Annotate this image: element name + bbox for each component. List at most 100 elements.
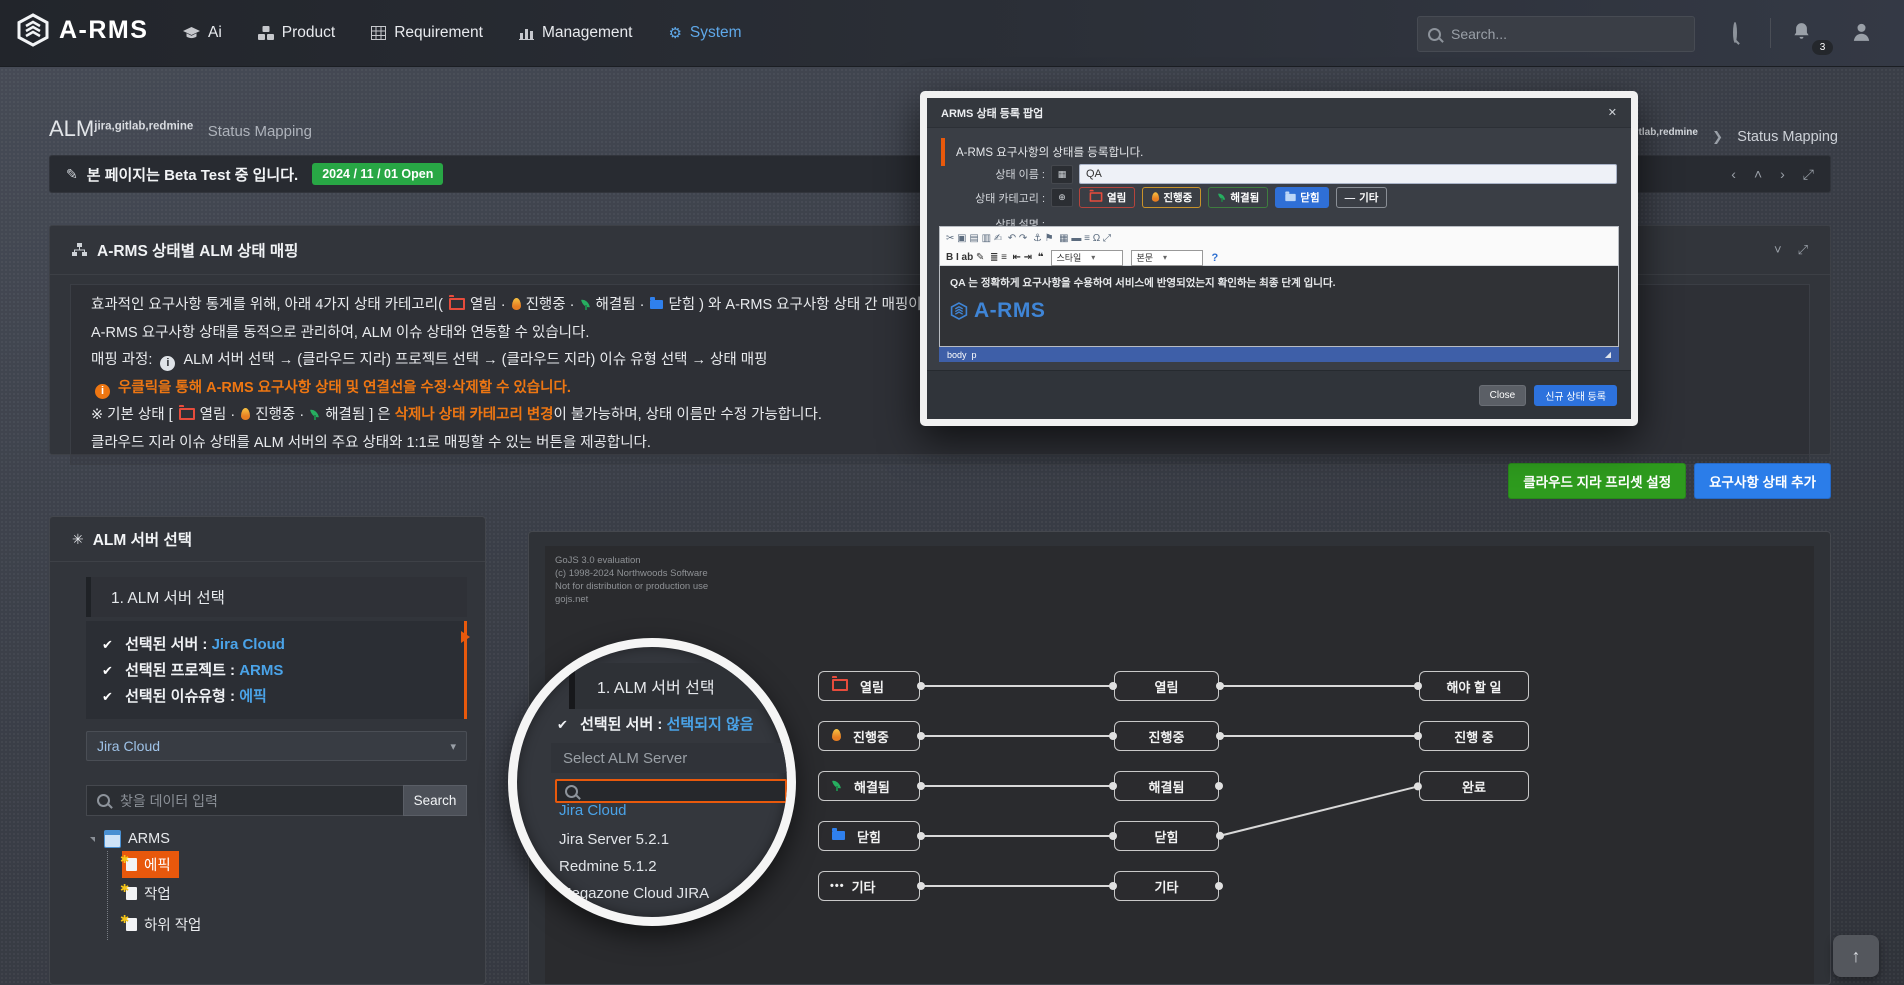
info-circle-icon: i <box>95 384 110 399</box>
scroll-to-top-button[interactable]: ↑ <box>1833 935 1879 977</box>
node-mid-open[interactable]: 열림 <box>1114 671 1219 701</box>
notifications-button[interactable] <box>1792 22 1811 47</box>
search-button-icon[interactable] <box>1733 24 1737 42</box>
status-category-row: 상태 카테고리 : ⊕ 열림 진행중 해결됨 닫힘 —기타 <box>927 187 1617 208</box>
link-mid-closed-done[interactable] <box>1219 785 1419 837</box>
nav-item-product[interactable]: Product <box>258 24 335 42</box>
search-icon <box>1428 28 1441 41</box>
node-mid-resolved[interactable]: 해결됨 <box>1114 771 1219 801</box>
modal-close-button[interactable]: Close <box>1479 385 1527 406</box>
tree-search-field <box>86 785 403 816</box>
modal-footer: Close 신규 상태 등록 <box>927 370 1631 419</box>
node-arms-resolved[interactable]: 해결됨 <box>818 771 920 801</box>
link-mid-open-todo[interactable] <box>1219 685 1419 687</box>
expand-icon[interactable]: ⤢ <box>1803 166 1814 183</box>
toolbar-row2-icons[interactable]: B I ab ✎ ≣ ≡ ⇤ ⇥ ❝ <box>946 252 1043 263</box>
folder-closed-icon <box>832 831 845 840</box>
link-progress-mid[interactable] <box>920 735 1114 737</box>
category-open-button[interactable]: 열림 <box>1079 187 1135 208</box>
link-open-mid[interactable] <box>920 685 1114 687</box>
tree-root-node[interactable]: ARMS <box>90 827 467 851</box>
selected-issuetype-value[interactable]: 에픽 <box>239 688 267 705</box>
node-arms-etc[interactable]: •••기타 <box>818 871 920 901</box>
status-name-input[interactable] <box>1079 164 1617 184</box>
tree-search-input[interactable] <box>118 792 393 810</box>
user-menu-button[interactable] <box>1852 22 1871 47</box>
expand-icon[interactable]: ⤢ <box>1798 242 1808 258</box>
nav-item-management[interactable]: Management <box>519 24 632 42</box>
server-option-megazone[interactable]: Megazone Cloud JIRA <box>559 885 709 902</box>
magnifier-step-title: 1. ALM 서버 선택 <box>569 663 783 709</box>
brand[interactable]: A-RMS <box>16 13 148 47</box>
modal-header: ARMS 상태 등록 팝업 ✕ <box>927 98 1631 128</box>
project-icon <box>105 831 120 847</box>
alm-server-panel: ✳ ALM 서버 선택 1. ALM 서버 선택 ✔ 선택된 서버 : Jira… <box>49 516 486 985</box>
prev-icon[interactable]: ‹ <box>1731 166 1736 183</box>
folder-open-icon <box>449 298 465 310</box>
search-input[interactable] <box>1449 25 1653 43</box>
category-etc-button[interactable]: —기타 <box>1336 187 1388 208</box>
link-mid-progress-inprogress[interactable] <box>1219 735 1419 737</box>
nav-item-label: Management <box>542 24 632 42</box>
panel-title: A-RMS 상태별 ALM 상태 매핑 <box>97 239 298 261</box>
selected-project-value[interactable]: ARMS <box>239 662 283 679</box>
next-icon[interactable]: › <box>1780 166 1785 183</box>
magnifier-search-field <box>555 779 787 803</box>
page-title-main: ALM <box>49 116 94 141</box>
tree-search-button[interactable]: Search <box>403 785 467 816</box>
magnifier-server-dropdown[interactable]: Select ALM Server <box>551 743 787 773</box>
status-category-label: 상태 카테고리 : <box>927 190 1045 206</box>
category-resolved-button[interactable]: 해결됨 <box>1208 187 1268 208</box>
node-mid-closed[interactable]: 닫힘 <box>1114 821 1219 851</box>
node-arms-progress[interactable]: 진행중 <box>818 721 920 751</box>
server-option-redmine[interactable]: Redmine 5.1.2 <box>559 858 657 875</box>
nav-item-ai[interactable]: Ai <box>183 24 222 42</box>
highlight-delete: 삭제나 <box>395 407 435 423</box>
globe-icon[interactable]: ⊕ <box>1051 188 1073 207</box>
node-arms-closed[interactable]: 닫힘 <box>818 821 920 851</box>
collapse-icon[interactable]: ˅ <box>1774 242 1782 258</box>
category-closed-button[interactable]: 닫힘 <box>1275 187 1328 208</box>
port-mid-resolved <box>1215 782 1223 790</box>
server-dropdown[interactable]: Jira Cloud ▾ <box>86 731 467 761</box>
tree-item-epic[interactable]: 에픽 <box>122 851 179 878</box>
nav-item-system[interactable]: ⚙ System <box>668 24 741 42</box>
nav-item-requirement[interactable]: Requirement <box>371 24 483 42</box>
jira-preset-button[interactable]: 클라우드 지라 프리셋 설정 <box>1508 463 1686 499</box>
node-arms-open[interactable]: 열림 <box>818 671 920 701</box>
resize-handle-icon[interactable]: ◢ <box>1605 350 1611 359</box>
selected-server-value[interactable]: Jira Cloud <box>212 636 285 653</box>
magnifier-search-input[interactable] <box>584 783 777 800</box>
link-resolved-mid[interactable] <box>920 785 1114 787</box>
server-option-jira-cloud[interactable]: Jira Cloud <box>559 802 627 819</box>
magnifier-selected-server: ✔ 선택된 서버 : 선택되지 않음 <box>557 713 754 734</box>
issue-doc-icon <box>126 887 137 900</box>
format-select[interactable]: 본문▾ <box>1131 250 1203 266</box>
collapse-up-icon[interactable]: ˄ <box>1754 166 1762 183</box>
link-etc-mid[interactable] <box>920 885 1114 887</box>
category-progress-button[interactable]: 진행중 <box>1142 187 1201 208</box>
style-select[interactable]: 스타일▾ <box>1051 250 1123 266</box>
tree-expander-icon[interactable] <box>90 837 95 842</box>
link-closed-mid[interactable] <box>920 835 1114 837</box>
folder-open-icon <box>1090 192 1103 202</box>
node-jira-inprogress[interactable]: 진행 중 <box>1419 721 1529 751</box>
modal-submit-button[interactable]: 신규 상태 등록 <box>1534 385 1617 406</box>
node-jira-done[interactable]: 완료 <box>1419 771 1529 801</box>
tree-item-subtask[interactable]: 하위 작업 <box>122 909 205 940</box>
node-jira-todo[interactable]: 해야 할 일 <box>1419 671 1529 701</box>
chevron-down-icon: ▾ <box>1163 253 1167 262</box>
brand-text: A-RMS <box>59 16 148 45</box>
add-status-button[interactable]: 요구사항 상태 추가 <box>1694 463 1831 499</box>
toolbar-row1-icons[interactable]: ✂ ▣ ▤ ▥ ✍ ↶ ↷ ⚓ ⚑ ▦ ▬ ≡ Ω ⤢ <box>946 233 1111 244</box>
editor-content[interactable]: QA 는 정확하게 요구사항을 수용하여 서비스에 반영되었는지 확인하는 최종… <box>939 266 1619 347</box>
editor-help-button[interactable]: ? <box>1211 252 1218 264</box>
grid-icon[interactable]: ▦ <box>1051 165 1073 184</box>
asterisk-icon: ✳ <box>72 531 84 548</box>
tree-item-task[interactable]: 작업 <box>122 878 175 909</box>
node-mid-etc[interactable]: 기타 <box>1114 871 1219 901</box>
node-mid-progress[interactable]: 진행중 <box>1114 721 1219 751</box>
beta-date-badge: 2024 / 11 / 01 Open <box>312 163 443 185</box>
close-icon[interactable]: ✕ <box>1608 106 1617 119</box>
server-option-jira-server[interactable]: Jira Server 5.2.1 <box>559 831 669 848</box>
